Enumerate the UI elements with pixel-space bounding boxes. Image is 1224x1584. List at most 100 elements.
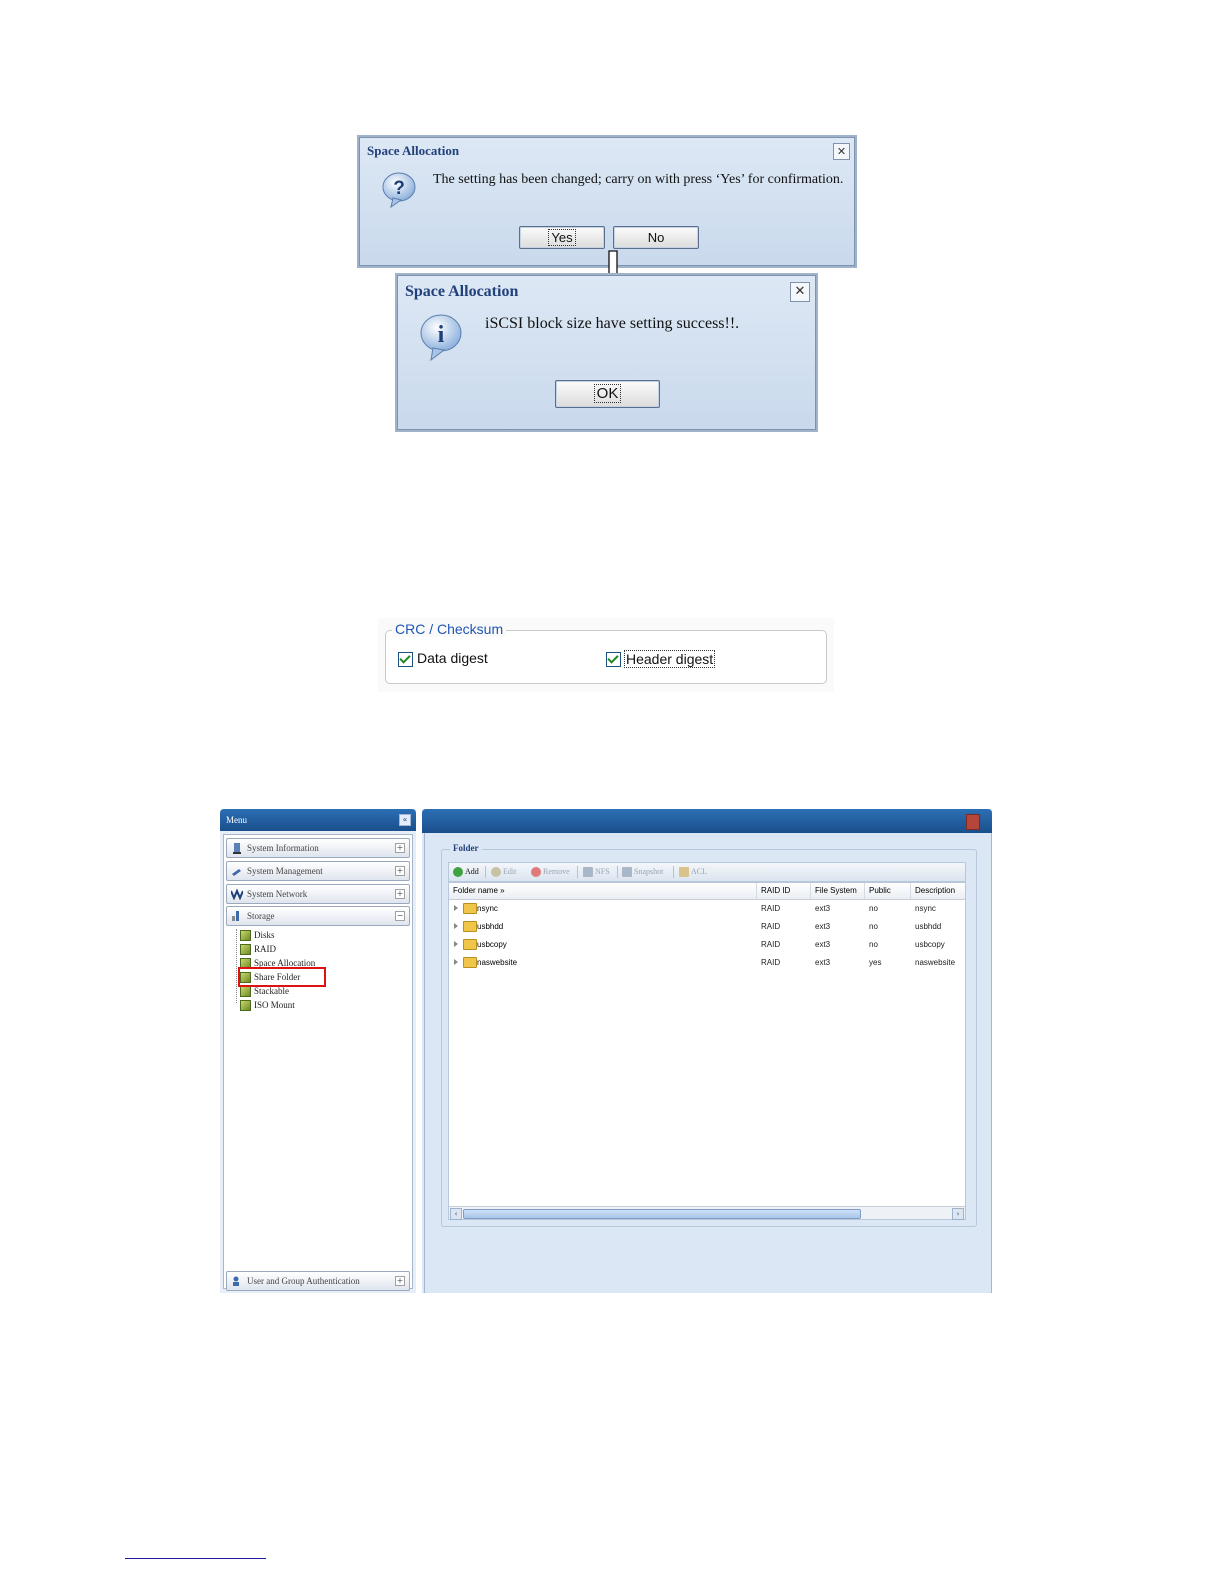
table-row[interactable]: usbcopy RAID ext3 no usbcopy bbox=[449, 936, 965, 953]
description-cell: usbhdd bbox=[915, 922, 942, 931]
item-label: ISO Mount bbox=[254, 1000, 295, 1010]
table-row[interactable]: usbhdd RAID ext3 no usbhdd bbox=[449, 918, 965, 935]
expand-arrow-icon[interactable] bbox=[454, 941, 458, 947]
tree-line bbox=[236, 929, 237, 1003]
public-cell: no bbox=[869, 922, 878, 931]
menu-section-system-information[interactable]: System Information + bbox=[226, 838, 410, 858]
disk-cube-icon bbox=[240, 930, 251, 941]
acl-label: ACL bbox=[691, 867, 707, 876]
folder-icon bbox=[463, 921, 477, 932]
raid-cell: RAID bbox=[761, 922, 781, 931]
add-label: Add bbox=[465, 867, 479, 876]
edit-button[interactable]: Edit bbox=[491, 866, 516, 878]
expand-icon[interactable]: + bbox=[395, 889, 405, 899]
logout-icon[interactable] bbox=[966, 814, 980, 830]
stack-cube-icon bbox=[240, 986, 251, 997]
dialog-message: The setting has been changed; carry on w… bbox=[433, 172, 844, 187]
expand-icon[interactable]: + bbox=[395, 1276, 405, 1286]
edit-label: Edit bbox=[503, 867, 517, 876]
toolbar-separator bbox=[617, 866, 618, 878]
table-row[interactable]: nsync RAID ext3 no nsync bbox=[449, 900, 965, 917]
expand-icon[interactable]: + bbox=[395, 866, 405, 876]
public-cell: no bbox=[869, 940, 878, 949]
yes-button[interactable]: Yes bbox=[519, 226, 605, 249]
column-raid-id[interactable]: RAID ID bbox=[757, 883, 811, 899]
section-label: System Management bbox=[247, 866, 323, 876]
table-row[interactable]: naswebsite RAID ext3 yes naswebsite bbox=[449, 954, 965, 971]
svg-text:?: ? bbox=[393, 178, 405, 199]
public-cell: no bbox=[869, 904, 878, 913]
remove-label: Remove bbox=[543, 867, 570, 876]
fs-cell: ext3 bbox=[815, 922, 831, 931]
folder-name-cell: usbcopy bbox=[477, 940, 507, 949]
dialog-message: iSCSI block size have setting success!!. bbox=[485, 315, 740, 332]
question-icon: ? bbox=[382, 172, 416, 209]
menu-section-storage[interactable]: Storage − bbox=[226, 906, 410, 926]
expand-icon[interactable]: + bbox=[395, 843, 405, 853]
expand-arrow-icon[interactable] bbox=[454, 923, 458, 929]
crc-checksum-group: CRC / Checksum Data digest Header digest bbox=[378, 618, 834, 692]
scroll-right-icon[interactable]: › bbox=[952, 1208, 964, 1220]
grid-header: Folder name » RAID ID File System Public… bbox=[449, 883, 965, 900]
menu-panel: Menu « System Information + System Manag… bbox=[220, 809, 416, 1293]
main-body: Folder Add Edit Remove NFS Snapshot ACL … bbox=[424, 833, 992, 1293]
close-icon[interactable]: ✕ bbox=[790, 282, 810, 302]
svg-text:i: i bbox=[438, 322, 445, 348]
column-file-system[interactable]: File System bbox=[811, 883, 865, 899]
main-header bbox=[422, 809, 992, 833]
main-panel: Folder Add Edit Remove NFS Snapshot ACL … bbox=[422, 809, 992, 1293]
acl-icon bbox=[679, 867, 689, 878]
column-description[interactable]: Description bbox=[911, 883, 965, 899]
nfs-icon bbox=[583, 867, 593, 878]
dialog-title: Space Allocation bbox=[367, 143, 460, 158]
nfs-button[interactable]: NFS bbox=[583, 866, 610, 878]
header-digest-checkbox[interactable] bbox=[606, 652, 621, 667]
column-public[interactable]: Public bbox=[865, 883, 911, 899]
expand-arrow-icon[interactable] bbox=[454, 959, 458, 965]
confirm-dialog: Space Allocation ✕ ? The setting has bee… bbox=[357, 135, 857, 268]
info-icon: i bbox=[420, 314, 462, 362]
dialog-title: Space Allocation bbox=[405, 283, 519, 300]
item-label: Disks bbox=[254, 930, 275, 940]
add-button[interactable]: Add bbox=[453, 866, 479, 878]
menu-body: System Information + System Management +… bbox=[223, 834, 413, 1291]
close-icon[interactable]: ✕ bbox=[833, 143, 850, 160]
section-label: Storage bbox=[247, 911, 275, 921]
menu-section-system-management[interactable]: System Management + bbox=[226, 861, 410, 881]
scroll-thumb[interactable] bbox=[463, 1209, 861, 1219]
menu-section-system-network[interactable]: System Network + bbox=[226, 884, 410, 904]
no-button[interactable]: No bbox=[613, 226, 699, 249]
remove-button[interactable]: Remove bbox=[531, 866, 570, 878]
collapse-icon[interactable]: « bbox=[399, 814, 411, 826]
remove-icon bbox=[531, 867, 541, 878]
success-dialog: Space Allocation ✕ i iSCSI block size ha… bbox=[395, 273, 818, 432]
column-folder-name[interactable]: Folder name » bbox=[449, 883, 757, 899]
item-label: RAID bbox=[254, 944, 276, 954]
scroll-left-icon[interactable]: ‹ bbox=[450, 1208, 462, 1220]
snapshot-button[interactable]: Snapshot bbox=[622, 866, 663, 878]
menu-header: Menu « bbox=[220, 809, 416, 831]
raid-cell: RAID bbox=[761, 904, 781, 913]
nas-admin-window: Menu « System Information + System Manag… bbox=[220, 809, 992, 1293]
fs-cell: ext3 bbox=[815, 940, 831, 949]
folder-grid: Folder name » RAID ID File System Public… bbox=[448, 882, 966, 1220]
fs-cell: ext3 bbox=[815, 904, 831, 913]
fs-cell: ext3 bbox=[815, 958, 831, 967]
data-digest-label[interactable]: Data digest bbox=[417, 650, 488, 666]
acl-button[interactable]: ACL bbox=[679, 866, 707, 878]
footnote-rule bbox=[125, 1558, 266, 1559]
toolbar-separator bbox=[673, 866, 674, 878]
public-cell: yes bbox=[869, 958, 882, 967]
data-digest-checkbox[interactable] bbox=[398, 652, 413, 667]
menu-section-user-group-auth[interactable]: User and Group Authentication + bbox=[226, 1271, 410, 1291]
section-label: System Information bbox=[247, 843, 319, 853]
ok-button[interactable]: OK bbox=[555, 380, 660, 408]
storage-icon bbox=[232, 911, 239, 921]
yes-label: Yes bbox=[548, 229, 576, 246]
folder-icon bbox=[463, 957, 477, 968]
horizontal-scrollbar[interactable]: ‹ › bbox=[449, 1206, 965, 1220]
raid-cell: RAID bbox=[761, 958, 781, 967]
collapse-section-icon[interactable]: − bbox=[395, 911, 405, 921]
header-digest-label[interactable]: Header digest bbox=[624, 650, 716, 668]
expand-arrow-icon[interactable] bbox=[454, 905, 458, 911]
